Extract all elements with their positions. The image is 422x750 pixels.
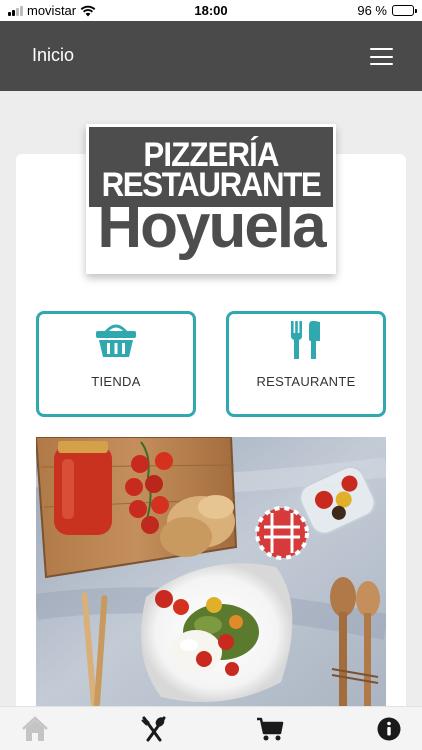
- logo-line-name: Hoyuela: [97, 192, 326, 261]
- battery-icon: [392, 5, 417, 16]
- menu-icon[interactable]: [370, 48, 393, 65]
- page-title: Inicio: [32, 45, 75, 65]
- tab-home[interactable]: [21, 716, 49, 742]
- status-bar: movistar 18:00 96 %: [0, 0, 422, 21]
- info-icon: [377, 717, 401, 741]
- basket-icon: [96, 324, 136, 357]
- food-photo: [36, 437, 386, 707]
- home-icon: [22, 716, 48, 741]
- tab-info[interactable]: [375, 716, 403, 742]
- app-header: Inicio: [0, 21, 422, 91]
- tienda-label: TIENDA: [91, 374, 141, 389]
- restaurante-label: RESTAURANTE: [256, 374, 356, 389]
- cart-icon: [257, 717, 284, 741]
- fork-spoon-icon: [141, 716, 166, 742]
- tab-cart[interactable]: [256, 716, 284, 742]
- fork-knife-icon: [291, 320, 320, 359]
- bottom-tabbar: [0, 706, 422, 750]
- restaurant-logo: PIZZERÍA RESTAURANTE Hoyuela: [86, 124, 336, 274]
- status-right: 96 %: [357, 3, 417, 18]
- battery-percent: 96 %: [357, 3, 387, 18]
- restaurante-button[interactable]: RESTAURANTE: [226, 311, 386, 417]
- tab-restaurant[interactable]: [140, 716, 168, 742]
- tienda-button[interactable]: TIENDA: [36, 311, 196, 417]
